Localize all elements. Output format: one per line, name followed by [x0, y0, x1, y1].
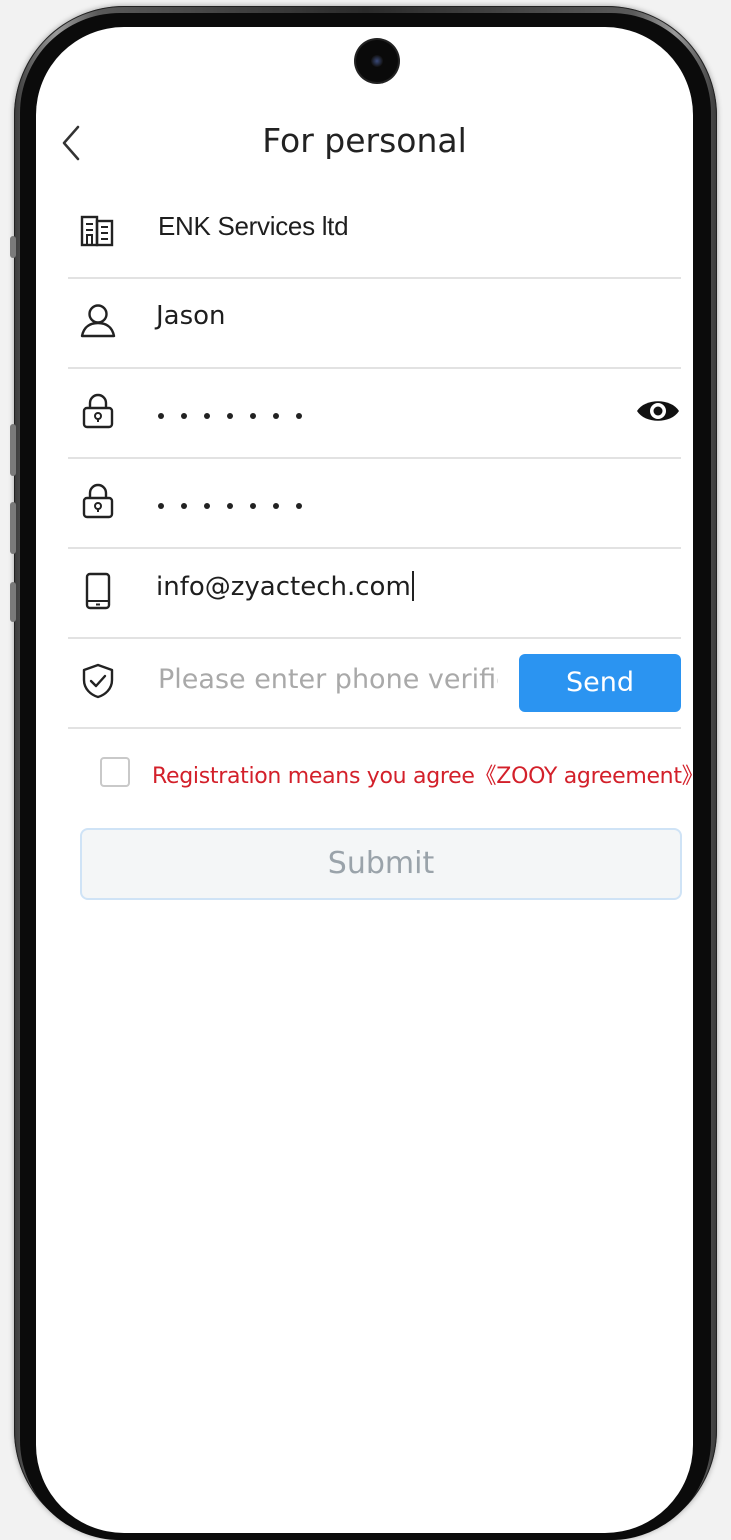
shield-check-icon — [82, 663, 114, 699]
side-button — [10, 502, 16, 554]
submit-button[interactable]: Submit — [80, 828, 682, 900]
send-code-button[interactable]: Send — [519, 654, 681, 712]
side-button — [10, 424, 16, 476]
app-screen: For personal ENK Services ltd Jason info… — [36, 27, 693, 1533]
company-value: ENK Services ltd — [158, 211, 349, 241]
side-button — [10, 236, 16, 258]
text-cursor — [411, 571, 414, 601]
confirm-password-field[interactable] — [68, 457, 681, 549]
eye-icon[interactable] — [635, 395, 681, 427]
password-field[interactable] — [68, 367, 681, 459]
company-field[interactable]: ENK Services ltd — [68, 187, 681, 279]
agreement-text: Registration means you agree《ZOOY agreem… — [152, 758, 693, 790]
lock-icon — [82, 393, 114, 429]
username-value: Jason — [156, 301, 226, 331]
email-field[interactable]: info@zyactech.com — [68, 547, 681, 639]
agreement-checkbox[interactable] — [100, 757, 130, 787]
front-camera — [356, 40, 398, 82]
username-field[interactable]: Jason — [68, 277, 681, 369]
verification-field: Send — [68, 637, 681, 729]
page-title: For personal — [262, 121, 467, 160]
verification-code-input[interactable] — [158, 657, 498, 701]
side-button — [10, 582, 16, 622]
email-value: info@zyactech.com — [156, 571, 414, 602]
email-text: info@zyactech.com — [156, 572, 411, 602]
confirm-password-masked-value — [158, 497, 319, 509]
user-icon — [80, 304, 116, 338]
lock-icon — [82, 483, 114, 519]
phone-device-icon — [85, 572, 111, 610]
password-masked-value — [158, 407, 319, 419]
agreement-label: Registration means you agree — [152, 764, 475, 789]
agreement-link[interactable]: 《ZOOY agreement》 — [475, 764, 693, 789]
building-icon — [80, 215, 114, 247]
